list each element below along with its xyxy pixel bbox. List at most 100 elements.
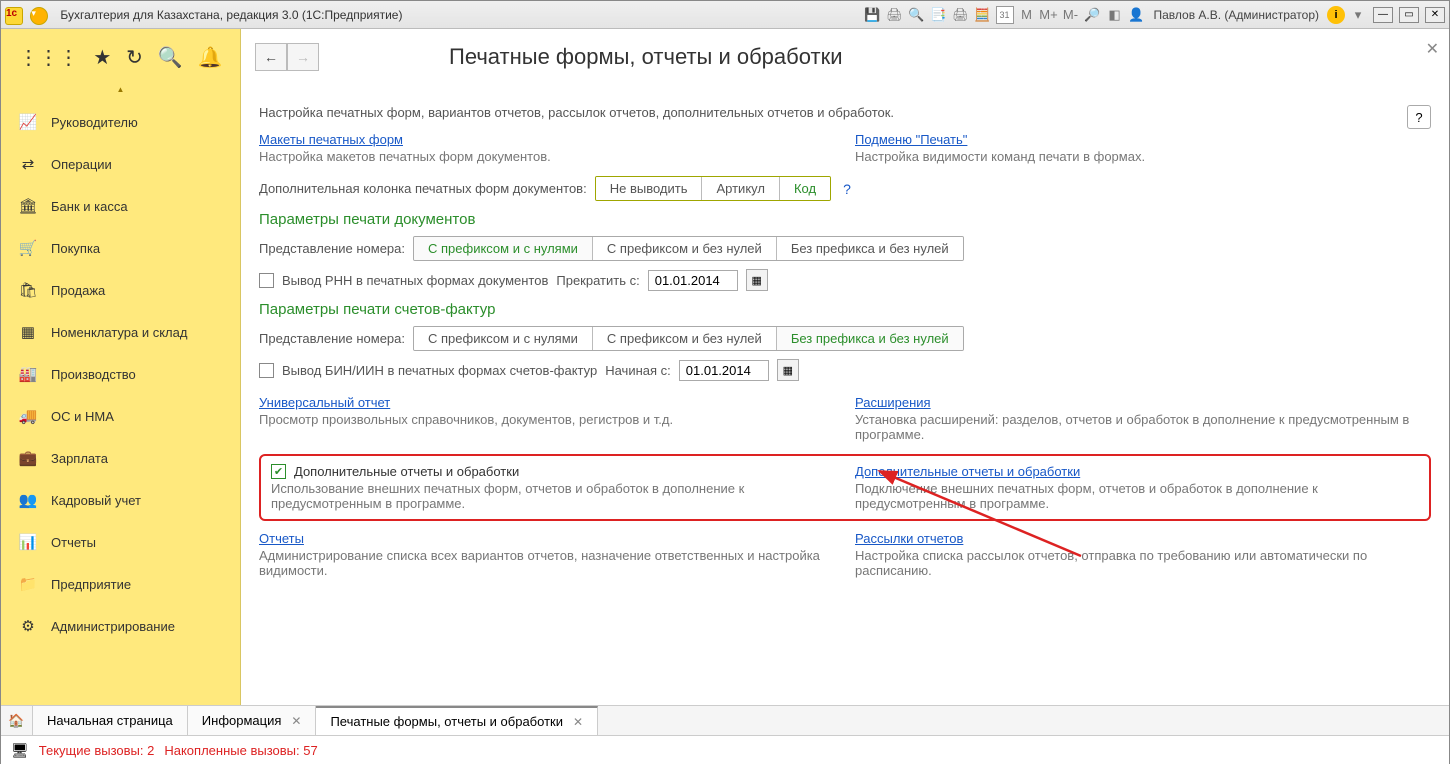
page-title: Печатные формы, отчеты и обработки xyxy=(449,44,843,70)
link-universal-report[interactable]: Универсальный отчет xyxy=(259,395,390,410)
link-print-layouts[interactable]: Макеты печатных форм xyxy=(259,132,403,147)
desc-universal-report: Просмотр произвольных справочников, доку… xyxy=(259,412,835,427)
sidebar-item-os[interactable]: 🚚ОС и НМА xyxy=(1,395,240,437)
bin-checkbox[interactable] xyxy=(259,363,274,378)
briefcase-icon: 💼 xyxy=(19,449,37,467)
maximize-button[interactable]: ▭ xyxy=(1399,7,1419,23)
rnn-label: Вывод РНН в печатных формах документов xyxy=(282,273,548,288)
link-report-mailings[interactable]: Рассылки отчетов xyxy=(855,531,963,546)
info-icon[interactable]: i xyxy=(1327,6,1345,24)
zoom-icon[interactable]: 🔎 xyxy=(1084,6,1102,24)
page-description: Настройка печатных форм, вариантов отчет… xyxy=(259,105,894,120)
panel-icon[interactable]: ◧ xyxy=(1106,6,1124,24)
print2-icon[interactable]: 🖨 xyxy=(952,6,970,24)
nav-back-button[interactable]: ← xyxy=(255,43,287,71)
section-docs-header: Параметры печати документов xyxy=(259,211,1431,228)
sidebar-item-label: Номенклатура и склад xyxy=(51,325,187,340)
sidebar-item-production[interactable]: 🏭Производство xyxy=(1,353,240,395)
link-print-submenu[interactable]: Подменю "Печать" xyxy=(855,132,967,147)
app-menu-dropdown[interactable]: ▾ xyxy=(30,7,48,25)
tabs-bar: 🏠 Начальная страница Информация✕ Печатны… xyxy=(1,705,1449,735)
nav-forward-button[interactable]: → xyxy=(287,43,319,71)
m-icon[interactable]: M xyxy=(1018,6,1036,24)
link-reports[interactable]: Отчеты xyxy=(259,531,304,546)
status-accumulated-calls: Накопленные вызовы: 57 xyxy=(164,743,317,758)
opt-no-output[interactable]: Не выводить xyxy=(596,177,703,200)
tab-label: Начальная страница xyxy=(47,713,173,728)
calendar-icon[interactable]: 31 xyxy=(996,6,1014,24)
sidebar-item-enterprise[interactable]: 📁Предприятие xyxy=(1,563,240,605)
sidebar-item-operations[interactable]: ⇄Операции xyxy=(1,143,240,185)
save-icon[interactable]: 💾 xyxy=(864,6,882,24)
opt-prefix-nozeros-sf[interactable]: С префиксом и без нулей xyxy=(593,327,777,350)
minimize-button[interactable]: — xyxy=(1373,7,1393,23)
apps-icon[interactable]: ⋮⋮⋮ xyxy=(18,45,78,70)
about-dropdown-icon[interactable]: ▾ xyxy=(1349,6,1367,24)
sidebar-item-manager[interactable]: 📈Руководителю xyxy=(1,101,240,143)
notifications-icon[interactable]: 🔔 xyxy=(198,45,223,70)
opt-prefix-zeros-sf[interactable]: С префиксом и с нулями xyxy=(414,327,593,350)
calendar-picker-icon[interactable]: ▦ xyxy=(746,269,768,291)
cart-icon: 🛒 xyxy=(19,239,37,257)
home-tab-icon[interactable]: 🏠 xyxy=(1,706,33,735)
preview-icon[interactable]: 🔍 xyxy=(908,6,926,24)
start-label: Начиная с: xyxy=(605,363,671,378)
user-icon: 👤 xyxy=(1128,6,1146,24)
sidebar-item-bank[interactable]: 🏛Банк и касса xyxy=(1,185,240,227)
favorites-icon[interactable]: ★ xyxy=(93,45,111,70)
stop-label: Прекратить с: xyxy=(556,273,639,288)
opt-noprefix-nozeros-sf[interactable]: Без префикса и без нулей xyxy=(777,327,963,350)
search-icon[interactable]: 🔍 xyxy=(158,45,183,70)
sidebar-item-salary[interactable]: 💼Зарплата xyxy=(1,437,240,479)
addon-left-desc: Использование внешних печатных форм, отч… xyxy=(271,481,835,511)
help-question-icon[interactable]: ? xyxy=(843,181,851,197)
m-plus-icon[interactable]: M+ xyxy=(1040,6,1058,24)
addon-right-desc: Подключение внешних печатных форм, отчет… xyxy=(855,481,1419,511)
opt-article[interactable]: Артикул xyxy=(702,177,779,200)
calendar-picker-icon-2[interactable]: ▦ xyxy=(777,359,799,381)
repr-label-sf: Представление номера: xyxy=(259,331,405,346)
rnn-checkbox[interactable] xyxy=(259,273,274,288)
opt-code[interactable]: Код xyxy=(780,177,830,200)
m-minus-icon[interactable]: M- xyxy=(1062,6,1080,24)
close-page-button[interactable]: ✕ xyxy=(1426,39,1439,59)
print-icon[interactable]: 🖨 xyxy=(886,6,904,24)
sidebar-item-label: ОС и НМА xyxy=(51,409,114,424)
help-button[interactable]: ? xyxy=(1407,105,1431,129)
close-tab-icon[interactable]: ✕ xyxy=(573,715,583,729)
grid-icon: ▦ xyxy=(19,323,37,341)
bag-icon: 🛍 xyxy=(19,281,37,299)
tab-print-forms[interactable]: Печатные формы, отчеты и обработки✕ xyxy=(316,706,598,735)
opt-prefix-nozeros[interactable]: С префиксом и без нулей xyxy=(593,237,777,260)
addon-reports-cb-label: Дополнительные отчеты и обработки xyxy=(294,464,519,479)
date-stop-input[interactable] xyxy=(648,270,738,291)
tab-home[interactable]: Начальная страница xyxy=(33,706,188,735)
sidebar-item-stock[interactable]: ▦ Номенклатура и склад xyxy=(1,311,240,353)
sidebar-item-purchase[interactable]: 🛒Покупка xyxy=(1,227,240,269)
link-extensions[interactable]: Расширения xyxy=(855,395,931,410)
sidebar-item-hr[interactable]: 👥Кадровый учет xyxy=(1,479,240,521)
history-icon[interactable]: ↻ xyxy=(126,45,143,70)
sidebar-item-sale[interactable]: 🛍Продажа xyxy=(1,269,240,311)
collapse-sidebar-icon[interactable]: ▲ xyxy=(1,85,241,95)
sidebar-item-admin[interactable]: ⚙Администрирование xyxy=(1,605,240,647)
desc-report-mailings: Настройка списка рассылок отчетов, отпра… xyxy=(855,548,1431,578)
sidebar-item-reports[interactable]: 📊Отчеты xyxy=(1,521,240,563)
sidebar: 📈Руководителю ⇄Операции 🏛Банк и касса 🛒П… xyxy=(1,95,241,705)
opt-prefix-zeros[interactable]: С префиксом и с нулями xyxy=(414,237,593,260)
calc-icon[interactable]: 🧮 xyxy=(974,6,992,24)
user-label[interactable]: Павлов А.В. (Администратор) xyxy=(1154,8,1320,22)
close-window-button[interactable]: ✕ xyxy=(1425,7,1445,23)
status-current-calls: Текущие вызовы: 2 xyxy=(39,743,155,758)
date-start-input[interactable] xyxy=(679,360,769,381)
bin-label: Вывод БИН/ИИН в печатных формах счетов-ф… xyxy=(282,363,597,378)
app-logo-icon: 1c xyxy=(5,7,23,25)
repr-segment-docs: С префиксом и с нулями С префиксом и без… xyxy=(413,236,964,261)
addon-reports-checkbox[interactable]: ✔ xyxy=(271,464,286,479)
content-area: Настройка печатных форм, вариантов отчет… xyxy=(241,95,1449,705)
close-tab-icon[interactable]: ✕ xyxy=(291,714,301,728)
opt-noprefix-nozeros[interactable]: Без префикса и без нулей xyxy=(777,237,963,260)
tab-info[interactable]: Информация✕ xyxy=(188,706,317,735)
compare-icon[interactable]: 📑 xyxy=(930,6,948,24)
link-addon-reports[interactable]: Дополнительные отчеты и обработки xyxy=(855,464,1080,479)
